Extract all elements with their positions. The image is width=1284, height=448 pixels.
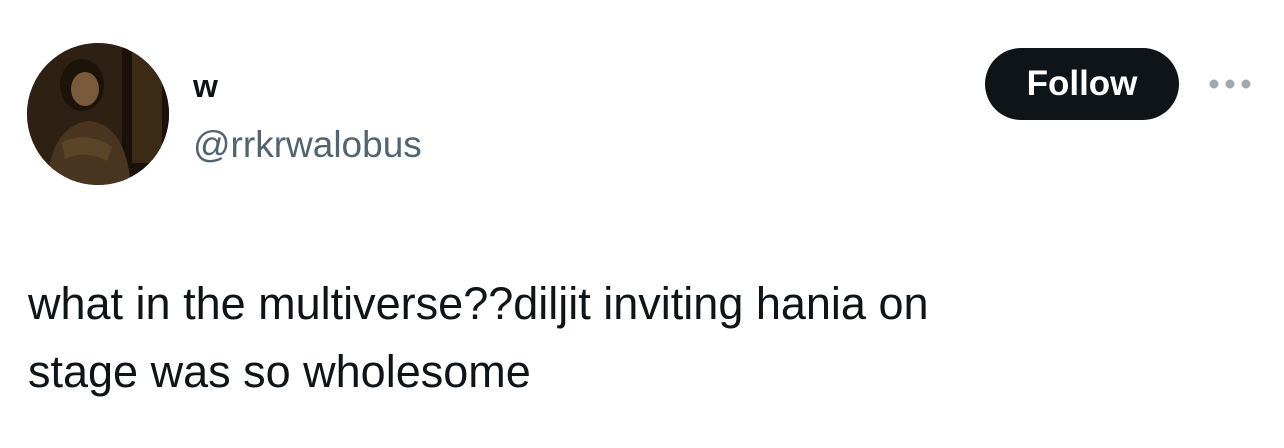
more-horizontal-icon[interactable] bbox=[1206, 76, 1254, 92]
display-name[interactable]: w bbox=[193, 66, 218, 106]
avatar[interactable] bbox=[27, 43, 169, 185]
more-dots-icon bbox=[1209, 79, 1251, 89]
profile-photo-icon bbox=[27, 43, 169, 185]
tweet-card: w @rrkrwalobus Follow what in the multiv… bbox=[0, 0, 1284, 448]
follow-button[interactable]: Follow bbox=[985, 48, 1179, 120]
tweet-text: what in the multiverse??diljit inviting … bbox=[28, 278, 929, 397]
user-handle[interactable]: @rrkrwalobus bbox=[193, 122, 422, 168]
